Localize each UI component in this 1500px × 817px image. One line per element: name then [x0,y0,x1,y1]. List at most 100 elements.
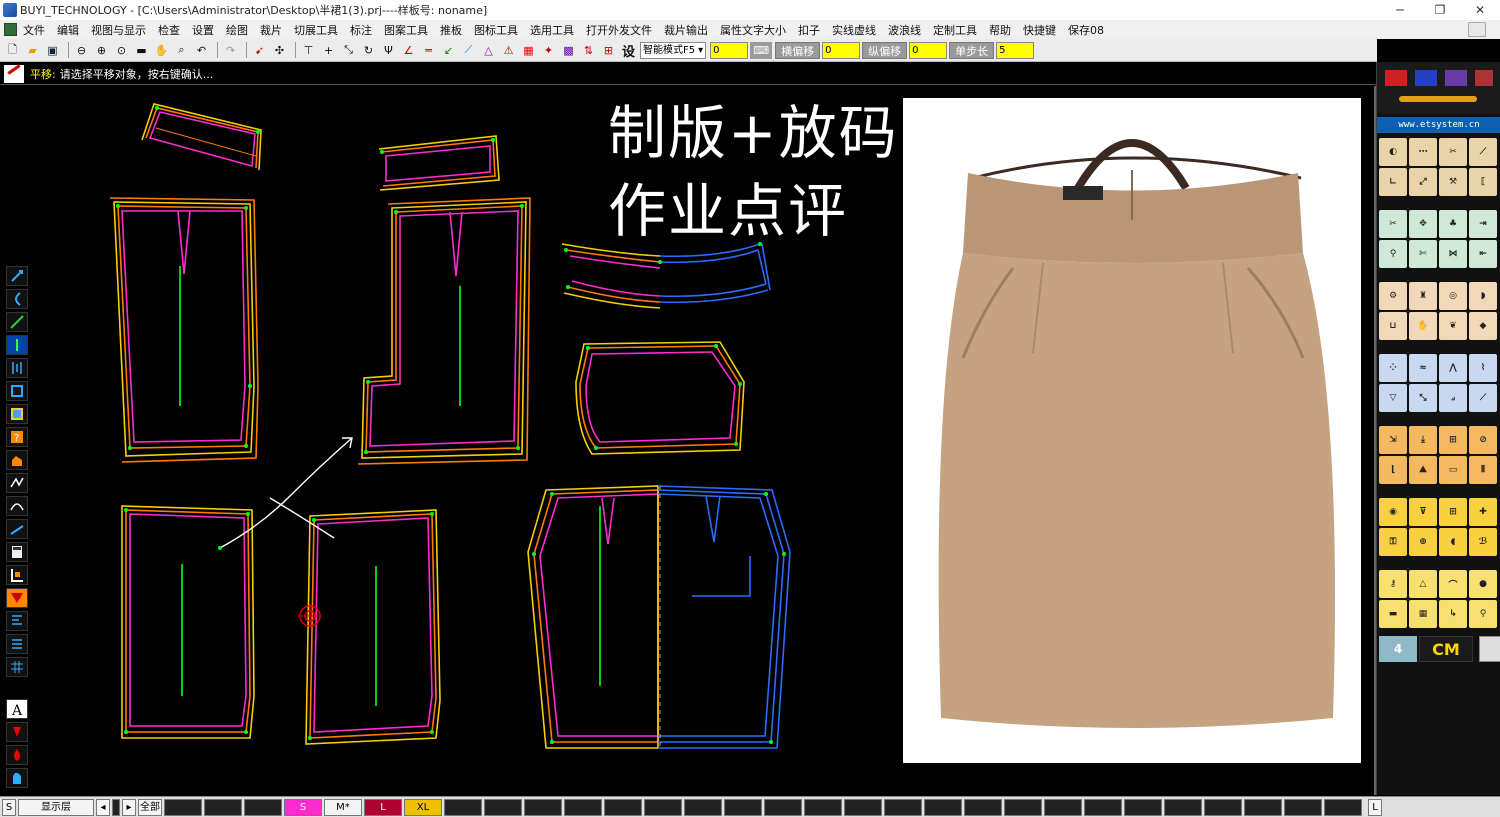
question-tool-icon[interactable]: ? [6,427,28,447]
menu-open-external[interactable]: 打开外发文件 [586,22,652,38]
star-icon[interactable]: ✦ [540,42,557,59]
slope-icon[interactable]: ⟋ [1469,138,1497,166]
curve-ruler-icon[interactable]: ⌒ [1439,570,1467,598]
layout-tool-icon[interactable] [6,565,28,585]
tool-red-icon[interactable] [1385,70,1407,86]
needle-icon[interactable]: ✂ [1439,138,1467,166]
v-offset-input[interactable]: 0 [909,41,948,59]
funnel-tool-icon[interactable] [6,588,28,608]
menu-select-tools[interactable]: 选用工具 [530,22,574,38]
abc-icon[interactable]: ℬ [1469,528,1497,556]
all-sizes-button[interactable]: 全部 [138,798,162,816]
fold-edge-icon[interactable]: ⌊ [1379,456,1407,484]
triangle-ruler-icon[interactable]: △ [1409,570,1437,598]
display-layer-button[interactable]: 显示层 [18,798,94,816]
unit-display[interactable]: CM [1419,636,1473,662]
slot-11[interactable] [724,798,762,816]
rotate-piece-icon[interactable]: ⤡ [340,42,357,59]
tool-flag-icon[interactable] [1415,70,1437,86]
help-icon[interactable] [1468,22,1486,37]
size-m-tab[interactable]: M* [324,798,362,816]
slot-18[interactable] [1004,798,1042,816]
arrow-right-icon[interactable]: ⇥ [1469,210,1497,238]
curve-tool-icon[interactable] [6,289,28,309]
grid-tool-icon[interactable] [6,358,28,378]
size-s-tab[interactable]: S [284,798,322,816]
menu-grading[interactable]: 推板 [440,22,462,38]
undo-icon[interactable]: ↶ [193,42,210,59]
notch-tool-icon[interactable] [6,722,28,742]
download-icon[interactable]: ⤓ [1409,426,1437,454]
slot-10[interactable] [684,798,722,816]
import-icon[interactable]: ⇲ [1379,426,1407,454]
keyboard-icon[interactable]: ⌨ [750,41,773,59]
dots-icon[interactable]: ⁘ [1379,354,1407,382]
size-l-tab[interactable]: L [364,798,402,816]
pleat-icon[interactable]: ⟓ [1439,384,1467,412]
mode-select[interactable]: 智能模式F5 ▾ [640,41,707,59]
peak-icon[interactable]: ⋀ [1439,354,1467,382]
graded-skirt-piece[interactable] [527,485,791,749]
grid-box-icon[interactable]: ⊞ [1439,498,1467,526]
rectangle-tool-icon[interactable] [6,381,28,401]
add-point-icon[interactable]: + [320,42,337,59]
menu-settings[interactable]: 设置 [192,22,214,38]
drape-icon[interactable]: ⌇ [1469,354,1497,382]
slant-icon[interactable]: ⟋ [1469,384,1497,412]
back-panel-a[interactable] [357,197,531,465]
measure-tape-icon[interactable]: ◐ [1379,138,1407,166]
menu-check[interactable]: 检查 [158,22,180,38]
table-tool-icon[interactable] [6,657,28,677]
yoke-piece[interactable] [575,341,745,455]
slot-3[interactable] [244,798,282,816]
ruffle-icon[interactable]: ♣ [1439,210,1467,238]
key-icon[interactable]: ⚿ [1379,528,1407,556]
line-tool-icon[interactable] [6,312,28,332]
lock-icon[interactable]: ⚷ [1379,570,1407,598]
slot-25[interactable] [1284,798,1322,816]
slot-21[interactable] [1124,798,1162,816]
menu-icon-tools[interactable]: 图标工具 [474,22,518,38]
pliers-icon[interactable]: ⚒ [1439,168,1467,196]
curve-icon[interactable]: ↙ [440,42,457,59]
square-tool-icon[interactable] [6,404,28,424]
close-button[interactable]: ✕ [1460,0,1500,20]
draw-tool-icon[interactable] [6,266,28,286]
full-view-icon[interactable]: ▬ [133,42,150,59]
slope-tool-icon[interactable] [6,519,28,539]
zoom-out-icon[interactable]: ⊖ [73,42,90,59]
cut-icon[interactable]: ✄ [1409,240,1437,268]
slot-8[interactable] [604,798,642,816]
table-icon[interactable]: ▦ [1409,600,1437,628]
menu-annotate[interactable]: 标注 [350,22,372,38]
step-length-input[interactable]: 5 [996,41,1035,59]
menu-pieces[interactable]: 裁片 [260,22,282,38]
minimize-button[interactable]: ─ [1380,0,1420,20]
color-grid-icon[interactable]: ▦ [520,42,537,59]
scroll-right-button[interactable]: ▸ [122,798,136,816]
zoom-in-icon[interactable]: ⊕ [93,42,110,59]
columns-icon[interactable]: ⫴ [1469,456,1497,484]
menu-line-style[interactable]: 实线虚线 [832,22,876,38]
slot-6[interactable] [524,798,562,816]
expand-icon[interactable]: ⤢ [1409,168,1437,196]
slot-26[interactable] [1324,798,1362,816]
menu-shortcuts[interactable]: 快捷键 [1023,22,1056,38]
menu-wave-line[interactable]: 波浪线 [888,22,921,38]
front-panel-a[interactable] [109,197,259,463]
plus-icon[interactable]: ✚ [1469,498,1497,526]
drawing-canvas[interactable]: 制版+放码 作业点评 [30,86,1374,795]
waistband-piece-right[interactable] [378,135,500,191]
slot-12[interactable] [764,798,802,816]
foot-icon[interactable]: ◖ [1439,528,1467,556]
slot-9[interactable] [644,798,682,816]
tool-exit-icon[interactable] [1475,70,1493,86]
zoom-window-icon[interactable]: ⌕ [173,42,190,59]
menu-help[interactable]: 帮助 [989,22,1011,38]
spiral-icon[interactable]: ◎ [1439,282,1467,310]
shape-icon[interactable]: ◆ [1469,312,1497,340]
move-cross-icon[interactable]: ✣ [271,42,288,59]
blob-icon[interactable]: ● [1469,570,1497,598]
slot-19[interactable] [1044,798,1082,816]
menu-text-size[interactable]: 属性文字大小 [720,22,786,38]
